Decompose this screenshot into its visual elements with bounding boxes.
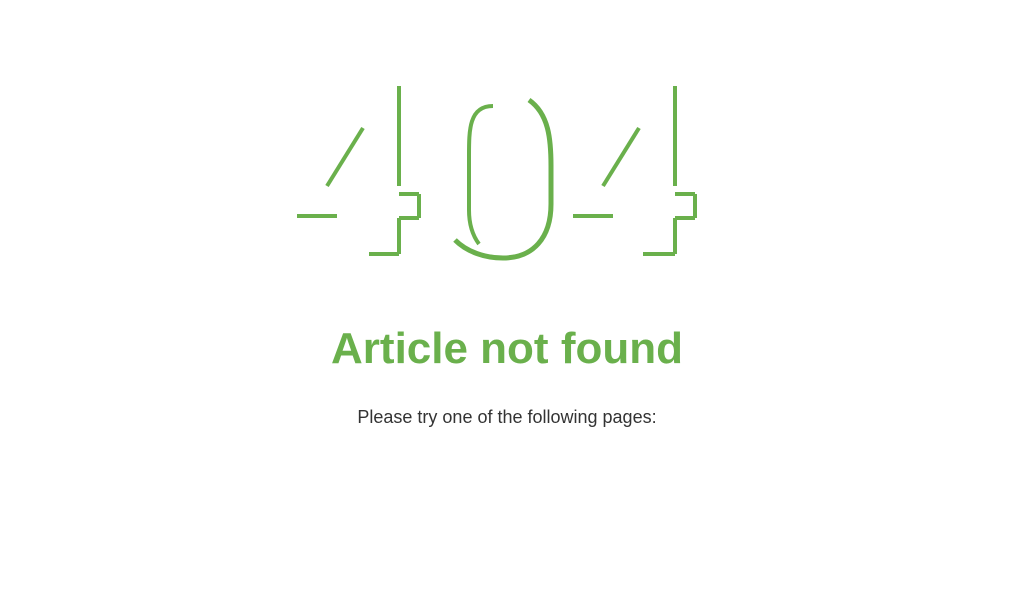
digit-four-right [573,86,697,256]
page-title: Article not found [331,324,683,373]
error-code-text: 404 [506,274,508,276]
error-code-graphic: 404 [0,70,1014,280]
error-code-svg: 404 [297,86,697,276]
digit-zero [453,97,554,261]
error-message: Please try one of the following pages: [357,407,657,427]
error-page: 404 Article not found Please try one of … [0,0,1014,612]
digit-four-left [297,86,421,256]
